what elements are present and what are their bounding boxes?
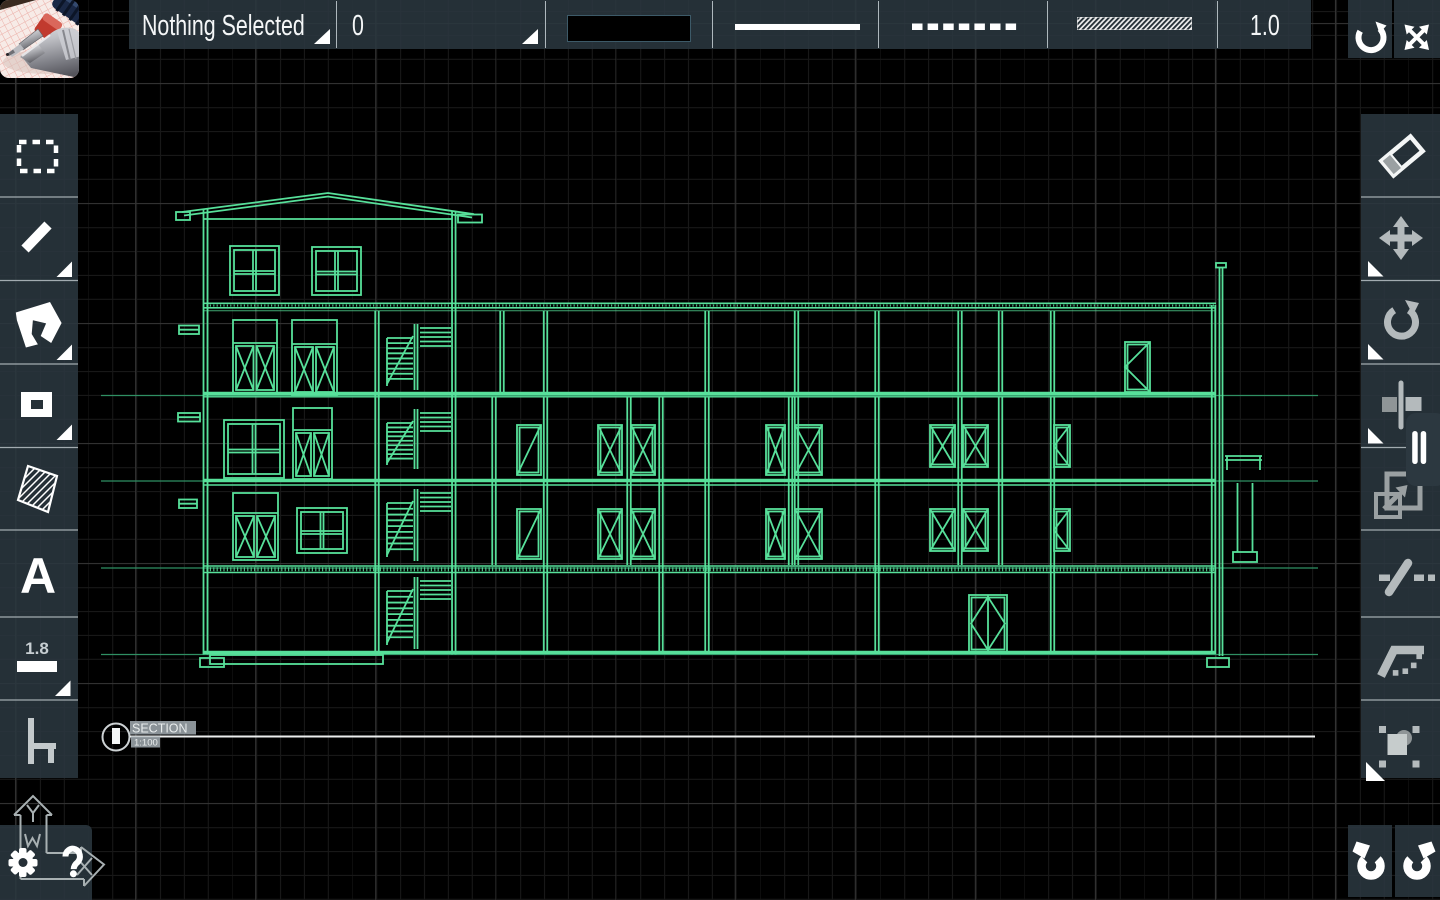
svg-text:A: A	[20, 548, 56, 604]
svg-text:1.8: 1.8	[25, 639, 49, 658]
